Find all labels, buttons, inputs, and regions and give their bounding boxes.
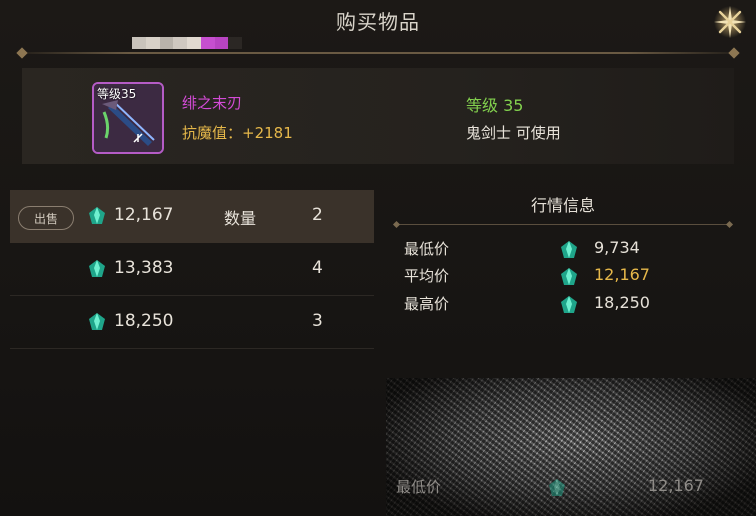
window-title: 购买物品	[336, 10, 420, 34]
listing-quantity: 3	[312, 311, 323, 331]
listing-row[interactable]: 出售 12,167 数量 2	[10, 190, 374, 243]
item-icon-frame[interactable]: 等级35	[92, 82, 164, 154]
listing-price: 18,250	[114, 311, 174, 331]
emerald-gem-icon	[89, 260, 105, 277]
market-row-label: 最低价	[404, 240, 450, 258]
strip-swatch	[187, 37, 201, 49]
overlay-row-value: 12,167	[648, 476, 704, 495]
noise-overlay: 最低价 12,167	[386, 378, 756, 516]
market-info-divider	[396, 224, 730, 225]
listing-quantity: 2	[312, 205, 323, 225]
strip-swatch	[200, 37, 215, 49]
item-class-restriction: 鬼剑士 可使用	[466, 124, 561, 142]
market-row-average: 平均价 12,167	[390, 263, 736, 289]
market-row-value: 18,250	[594, 293, 650, 312]
listing-row[interactable]: 18,250 3	[10, 296, 374, 349]
listing-list: 出售 12,167 数量 2 13,383 4 18,250 3	[10, 190, 374, 349]
title-color-strip	[132, 37, 242, 49]
emerald-gem-icon	[89, 313, 105, 330]
strip-swatch	[173, 37, 187, 49]
item-info-panel: 等级35 绯之末刃 抗魔值：+2181 等级 35 鬼剑士 可使用	[22, 68, 734, 164]
emerald-gem-icon	[561, 241, 577, 258]
strip-swatch	[159, 37, 174, 49]
overlay-row: 最低价 12,167	[386, 474, 756, 504]
market-row-value: 9,734	[594, 238, 640, 257]
emerald-gem-icon	[561, 268, 577, 285]
strip-swatch	[228, 37, 242, 49]
emerald-gem-icon	[561, 296, 577, 313]
market-row-lowest: 最低价 9,734	[390, 236, 736, 262]
item-required-level: 等级 35	[466, 96, 524, 115]
market-row-label: 最高价	[404, 295, 450, 313]
buy-item-window: 购买物品 等级35 绯之末刃 抗魔值：+2181 等级 35 鬼剑士 可使用 出…	[0, 0, 756, 516]
overlay-row-label: 最低价	[396, 478, 442, 496]
strip-swatch	[145, 37, 160, 49]
quantity-label: 数量	[224, 209, 257, 228]
emerald-gem-icon	[89, 207, 105, 224]
strip-swatch	[214, 37, 229, 49]
market-row-value: 12,167	[594, 265, 650, 284]
title-divider	[22, 52, 734, 54]
sell-badge[interactable]: 出售	[18, 206, 74, 230]
item-stat: 抗魔值：+2181	[182, 124, 293, 142]
market-row-label: 平均价	[404, 267, 450, 285]
listing-price: 12,167	[114, 205, 174, 225]
strip-swatch	[132, 37, 146, 49]
market-row-highest: 最高价 18,250	[390, 291, 736, 317]
market-info-title: 行情信息	[530, 196, 595, 215]
item-name: 绯之末刃	[182, 94, 243, 112]
listing-row[interactable]: 13,383 4	[10, 243, 374, 296]
title-bar: 购买物品	[0, 0, 756, 60]
close-button[interactable]	[712, 4, 748, 40]
emerald-gem-icon	[549, 479, 565, 496]
listing-quantity: 4	[312, 258, 323, 278]
listing-price: 13,383	[114, 258, 174, 278]
item-level-tag: 等级35	[97, 87, 137, 101]
close-star-icon	[714, 6, 746, 38]
